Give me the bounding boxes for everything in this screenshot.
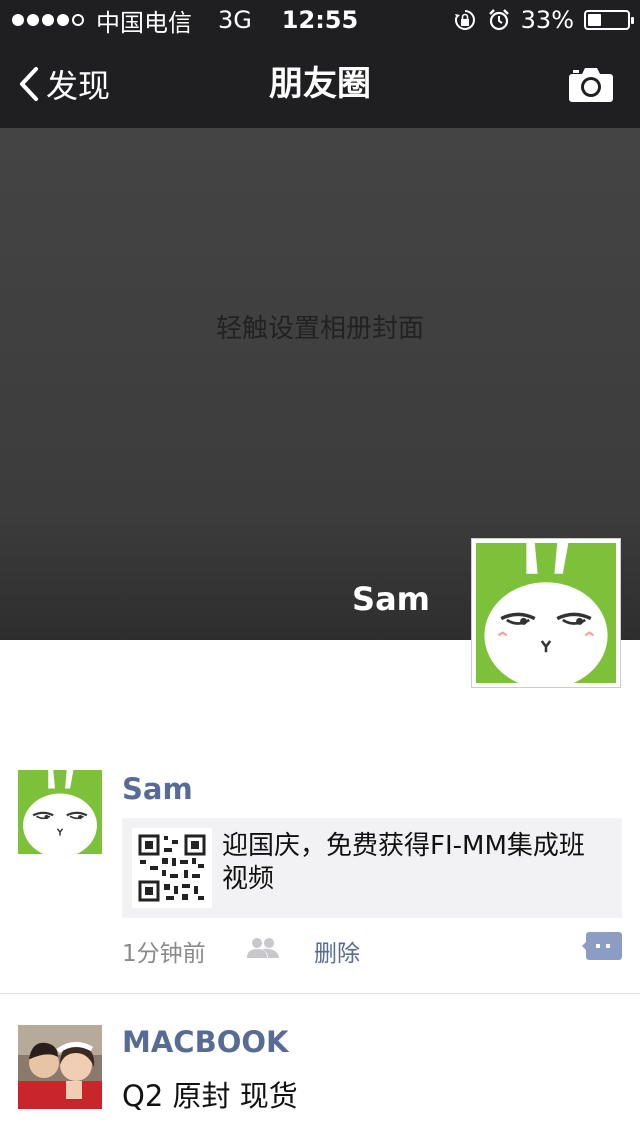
friends-icon — [247, 938, 279, 958]
cover-username: Sam — [352, 580, 430, 618]
page-title: 朋友圈 — [269, 64, 371, 104]
alarm-icon — [488, 9, 509, 31]
link-title: 迎国庆，免费获得FI-MM集成班视频 — [222, 831, 585, 894]
post-avatar[interactable] — [18, 1025, 102, 1109]
battery-percent: 33% — [520, 6, 574, 34]
post-meta: 1分钟前 删除 — [122, 930, 622, 970]
post-divider — [0, 993, 640, 994]
battery-icon — [584, 10, 634, 30]
qr-code-icon — [132, 828, 212, 908]
post-author-name[interactable]: MACBOOK — [122, 1025, 288, 1059]
shared-link-card[interactable]: 迎国庆，免费获得FI-MM集成班视频 — [122, 818, 622, 918]
nav-bar: 发现 朋友圈 — [0, 40, 640, 128]
status-right: 33% — [453, 4, 634, 36]
orientation-lock-icon — [454, 10, 475, 30]
rabbit-avatar-icon — [476, 543, 616, 689]
camera-icon[interactable] — [568, 64, 614, 104]
couple-photo-avatar-icon — [18, 1025, 102, 1109]
link-thumbnail — [132, 828, 212, 908]
post-author-name[interactable]: Sam — [122, 772, 193, 806]
comment-icon[interactable] — [582, 932, 622, 960]
my-avatar[interactable] — [471, 538, 621, 689]
post-text: Q2 原封 现货 — [122, 1079, 298, 1113]
delete-button[interactable]: 删除 — [314, 934, 360, 968]
cover-hint: 轻触设置相册封面 — [215, 314, 424, 344]
post-time: 1分钟前 — [122, 941, 206, 967]
battery-fill — [588, 14, 601, 26]
status-bar: 中国电信 3G 12:55 33% — [0, 0, 640, 40]
rabbit-avatar-icon — [18, 770, 102, 854]
post-avatar[interactable] — [18, 770, 102, 854]
